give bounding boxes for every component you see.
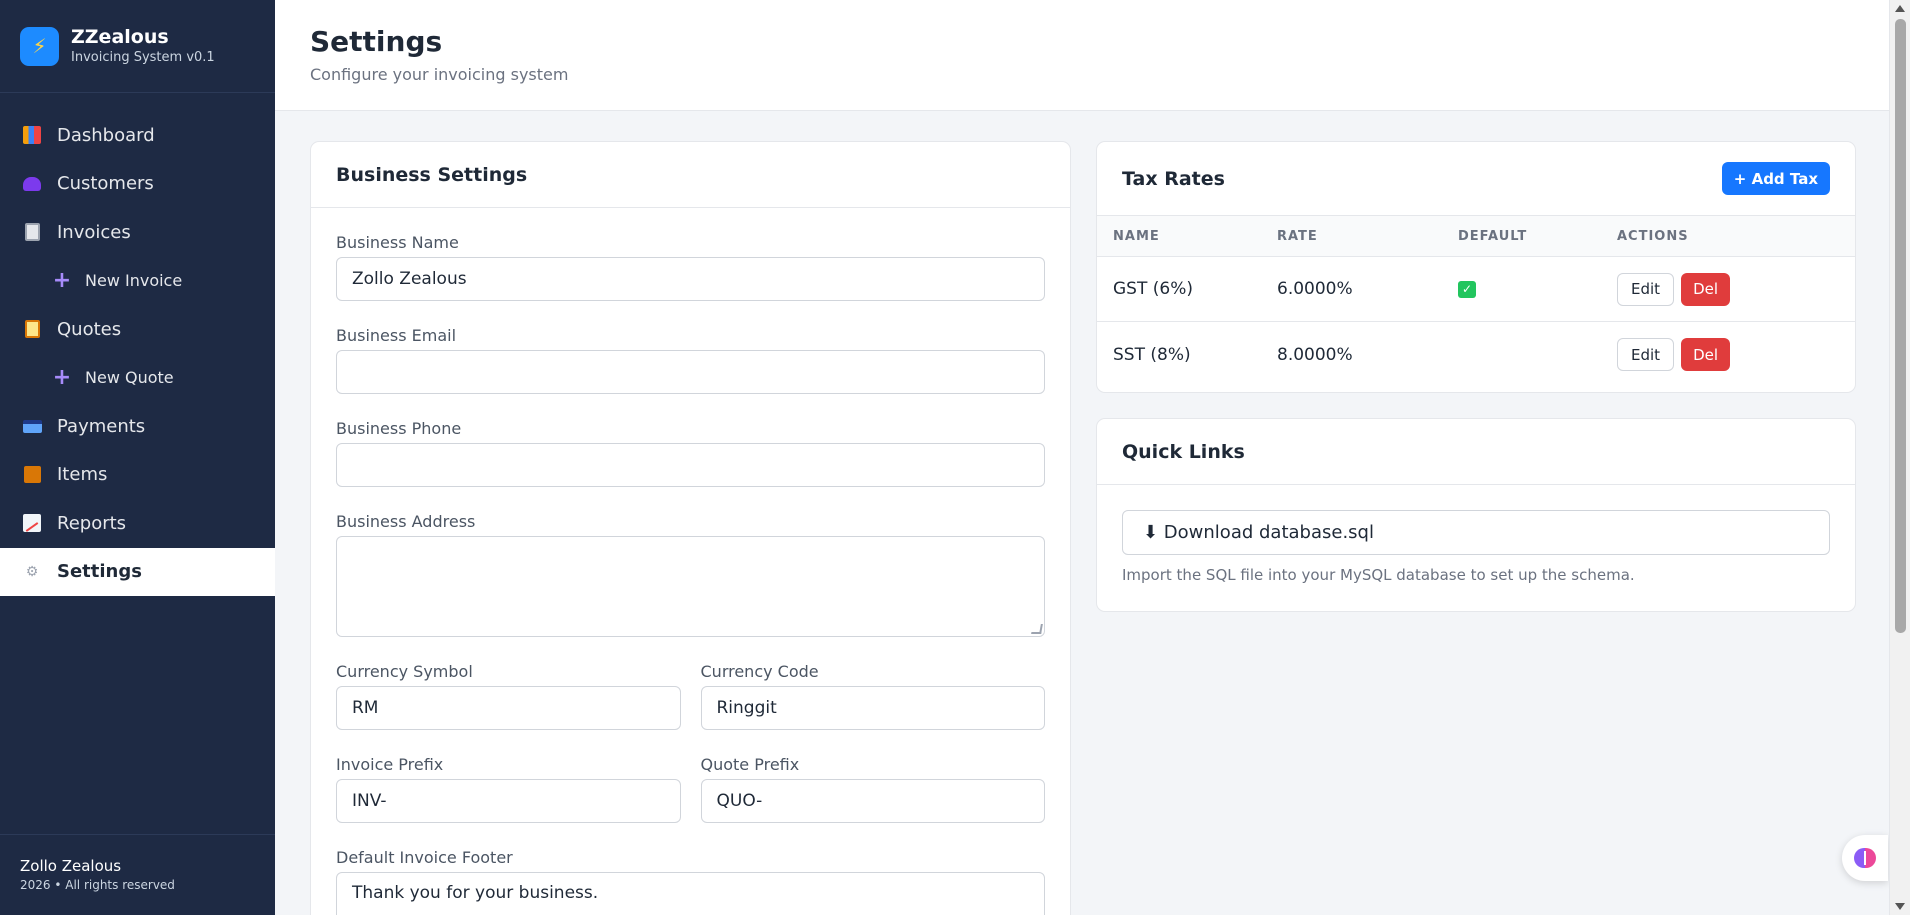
invoice-footer-label: Default Invoice Footer: [336, 848, 513, 867]
sidebar-item-settings[interactable]: ⚙ Settings: [0, 547, 275, 596]
sidebar-item-new-quote[interactable]: + New Quote: [0, 354, 275, 403]
brand-name: ZZealous: [71, 26, 169, 48]
currency-code-label: Currency Code: [700, 662, 819, 681]
brand[interactable]: ⚡ ZZealous Invoicing System v0.1: [0, 0, 275, 93]
delete-tax-button[interactable]: Del: [1681, 272, 1731, 306]
scroll-up-icon[interactable]: [1895, 5, 1905, 12]
business-name-input[interactable]: Zollo Zealous: [336, 257, 1045, 301]
quote-prefix-input[interactable]: QUO-: [700, 779, 1045, 823]
sidebar-item-reports[interactable]: Reports: [0, 499, 275, 548]
tax-rates-card: Tax Rates + Add Tax NAME RATE DEFAULT AC…: [1096, 141, 1856, 393]
plus-icon: +: [52, 365, 72, 391]
business-settings-title: Business Settings: [336, 163, 528, 186]
line-chart-icon: [22, 513, 42, 533]
tax-name: GST (6%): [1113, 279, 1193, 299]
sidebar-item-label: Reports: [57, 512, 127, 534]
sidebar-item-label: Quotes: [57, 318, 122, 340]
sidebar-item-label: New Quote: [85, 368, 174, 388]
lightning-icon: ⚡: [20, 26, 59, 66]
edit-tax-button[interactable]: Edit: [1617, 272, 1675, 306]
business-address-label: Business Address: [336, 512, 476, 531]
footer-copyright: 2026 • All rights reserved: [20, 878, 175, 892]
sidebar-item-customers[interactable]: Customers: [0, 160, 275, 209]
main-content: Settings Configure your invoicing system…: [275, 0, 1889, 915]
package-icon: [22, 465, 42, 485]
sidebar-item-items[interactable]: Items: [0, 451, 275, 500]
business-address-textarea[interactable]: [336, 536, 1045, 637]
invoice-footer-textarea[interactable]: Thank you for your business.: [336, 872, 1045, 915]
business-name-label: Business Name: [336, 233, 459, 252]
plus-icon: +: [52, 268, 72, 294]
page-header: Settings Configure your invoicing system: [275, 0, 1889, 111]
brain-icon: [1854, 848, 1876, 868]
table-header: NAME RATE DEFAULT ACTIONS: [1097, 216, 1855, 257]
tax-rates-title: Tax Rates: [1122, 167, 1225, 190]
add-tax-button[interactable]: + Add Tax: [1721, 162, 1830, 195]
assistant-button[interactable]: [1842, 835, 1888, 881]
quick-links-title: Quick Links: [1122, 440, 1245, 463]
business-settings-form: Business Name Zollo Zealous Business Ema…: [311, 208, 1070, 915]
sidebar-item-label: Settings: [57, 561, 142, 583]
table-row: GST (6%) 6.0000% ✓ Edit Del: [1097, 257, 1855, 322]
download-hint: Import the SQL file into your MySQL data…: [1122, 566, 1635, 584]
delete-tax-button[interactable]: Del: [1681, 338, 1731, 371]
check-icon: ✓: [1458, 280, 1476, 298]
sidebar-item-label: Payments: [57, 415, 146, 437]
column-header-default: DEFAULT: [1458, 228, 1528, 244]
brand-subtitle: Invoicing System v0.1: [71, 50, 215, 65]
sidebar-item-label: Invoices: [57, 221, 131, 243]
scrollbar[interactable]: [1889, 0, 1910, 915]
currency-symbol-input[interactable]: RM: [336, 686, 681, 730]
sidebar-item-invoices[interactable]: Invoices: [0, 208, 275, 257]
business-phone-label: Business Phone: [336, 419, 462, 438]
footer-name: Zollo Zealous: [20, 857, 122, 875]
gear-icon: ⚙: [25, 563, 39, 580]
page-title: Settings: [310, 25, 443, 58]
sidebar-item-label: Dashboard: [57, 124, 155, 146]
business-phone-input[interactable]: [336, 443, 1045, 487]
sidebar-item-dashboard[interactable]: Dashboard: [0, 111, 275, 160]
credit-card-icon: [22, 416, 42, 436]
quick-links-card: Quick Links ⬇ Download database.sql Impo…: [1096, 418, 1856, 612]
tax-rate: 8.0000%: [1277, 344, 1353, 365]
sidebar-item-label: Items: [57, 464, 108, 486]
column-header-actions: ACTIONS: [1617, 228, 1689, 244]
currency-code-input[interactable]: Ringgit: [700, 686, 1045, 730]
tax-rates-table: NAME RATE DEFAULT ACTIONS GST (6%) 6.000…: [1097, 216, 1855, 387]
page-subtitle: Configure your invoicing system: [310, 65, 569, 84]
tax-name: SST (8%): [1113, 344, 1191, 365]
business-email-label: Business Email: [336, 326, 457, 345]
tax-rate: 6.0000%: [1277, 279, 1353, 299]
sidebar-footer: Zollo Zealous 2026 • All rights reserved: [0, 834, 275, 915]
sidebar-item-new-invoice[interactable]: + New Invoice: [0, 257, 275, 306]
sidebar-nav: Dashboard Customers Invoices + New Invoi…: [0, 93, 275, 596]
quote-prefix-label: Quote Prefix: [700, 755, 800, 774]
table-row: SST (8%) 8.0000% Edit Del: [1097, 322, 1855, 387]
scroll-down-icon[interactable]: [1895, 903, 1905, 910]
invoice-prefix-input[interactable]: INV-: [336, 779, 681, 823]
sidebar-item-label: New Invoice: [85, 271, 183, 291]
scrollbar-thumb[interactable]: [1895, 19, 1906, 633]
users-icon: [22, 174, 42, 194]
sidebar: ⚡ ZZealous Invoicing System v0.1 Dashboa…: [0, 0, 275, 915]
document-icon: [22, 319, 42, 339]
business-email-input[interactable]: [336, 350, 1045, 394]
business-settings-card: Business Settings Business Name Zollo Ze…: [310, 141, 1071, 915]
bar-chart-icon: [22, 125, 42, 145]
receipt-icon: [22, 222, 42, 242]
column-header-rate: RATE: [1277, 228, 1318, 244]
currency-symbol-label: Currency Symbol: [336, 662, 473, 681]
sidebar-item-payments[interactable]: Payments: [0, 402, 275, 451]
edit-tax-button[interactable]: Edit: [1617, 338, 1675, 371]
sidebar-item-quotes[interactable]: Quotes: [0, 305, 275, 354]
column-header-name: NAME: [1113, 228, 1160, 244]
download-database-button[interactable]: ⬇ Download database.sql: [1122, 510, 1830, 555]
sidebar-item-label: Customers: [57, 173, 154, 195]
invoice-prefix-label: Invoice Prefix: [336, 755, 444, 774]
